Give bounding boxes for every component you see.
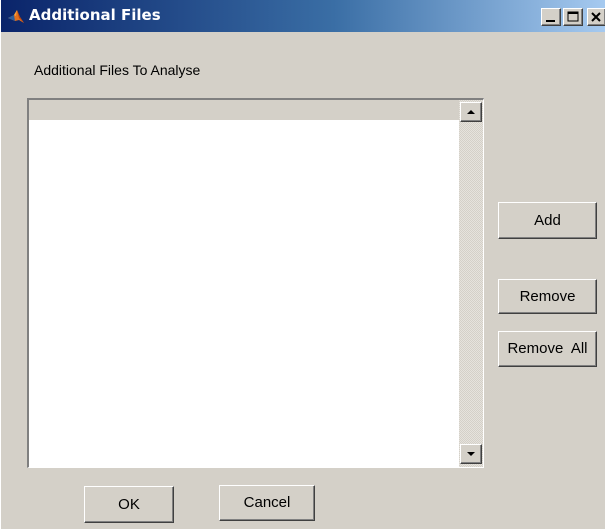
- section-label: Additional Files To Analyse: [34, 62, 201, 78]
- close-icon: [591, 12, 601, 22]
- vertical-scrollbar[interactable]: [459, 100, 483, 467]
- dialog-window: Additional Files Additional Files To Ana…: [0, 0, 605, 529]
- list-selection-strip: [29, 100, 459, 120]
- minimize-icon: [546, 20, 555, 22]
- arrow-down-icon: [467, 452, 475, 456]
- file-listbox[interactable]: [27, 98, 484, 468]
- close-button[interactable]: [587, 8, 605, 26]
- cancel-button[interactable]: Cancel: [219, 485, 315, 521]
- file-list-area[interactable]: [29, 100, 459, 467]
- matlab-logo-icon: [7, 8, 25, 24]
- window-title: Additional Files: [29, 6, 161, 24]
- maximize-icon: [567, 11, 579, 22]
- minimize-button[interactable]: [541, 8, 561, 26]
- maximize-button[interactable]: [563, 8, 583, 26]
- arrow-up-icon: [467, 110, 475, 114]
- scroll-down-button[interactable]: [460, 444, 482, 464]
- title-bar[interactable]: Additional Files: [1, 0, 605, 32]
- scroll-up-button[interactable]: [460, 102, 482, 122]
- remove-all-button[interactable]: Remove All: [498, 331, 597, 367]
- add-button[interactable]: Add: [498, 202, 597, 239]
- remove-button[interactable]: Remove: [498, 279, 597, 314]
- ok-button[interactable]: OK: [84, 486, 174, 523]
